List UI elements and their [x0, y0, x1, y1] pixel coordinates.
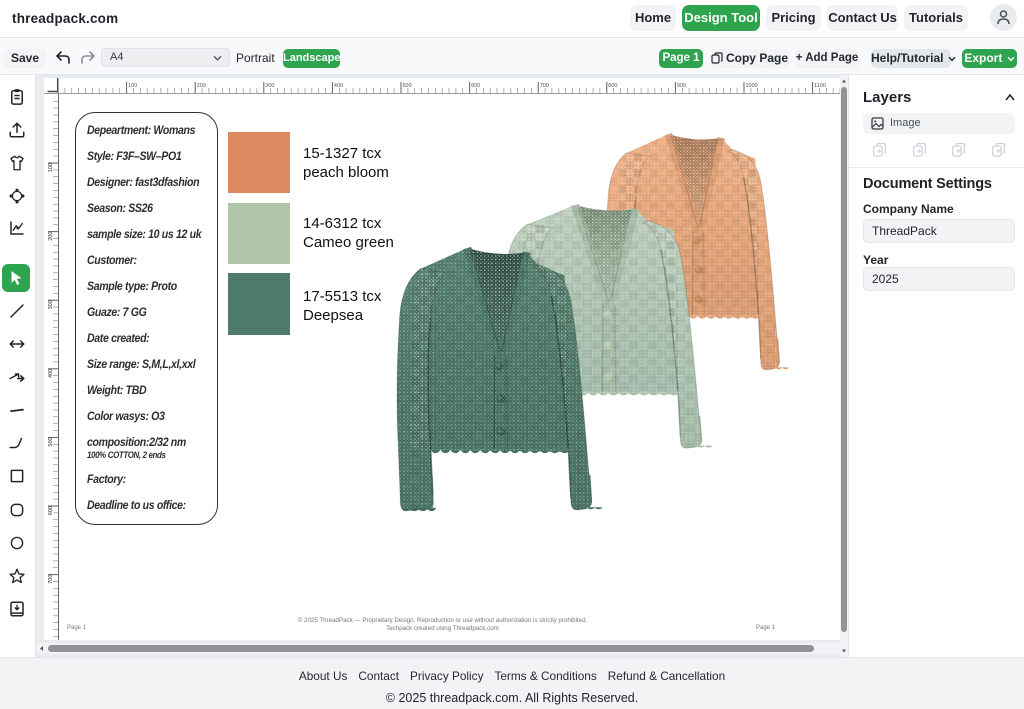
svg-text:1000: 1000 — [746, 83, 758, 89]
svg-text:400: 400 — [48, 369, 54, 378]
svg-text:100: 100 — [128, 83, 137, 89]
svg-text:200: 200 — [48, 232, 54, 241]
svg-text:200: 200 — [197, 83, 206, 89]
svg-text:900: 900 — [677, 83, 686, 89]
svg-text:1100: 1100 — [814, 83, 826, 89]
svg-text:300: 300 — [265, 83, 274, 89]
svg-text:100: 100 — [48, 163, 54, 172]
svg-text:500: 500 — [48, 437, 54, 446]
svg-text:700: 700 — [540, 83, 549, 89]
svg-text:600: 600 — [48, 506, 54, 515]
svg-text:800: 800 — [608, 83, 617, 89]
svg-text:500: 500 — [403, 83, 412, 89]
svg-text:400: 400 — [334, 83, 343, 89]
svg-text:700: 700 — [48, 575, 54, 584]
svg-text:600: 600 — [471, 83, 480, 89]
svg-text:300: 300 — [48, 300, 54, 309]
